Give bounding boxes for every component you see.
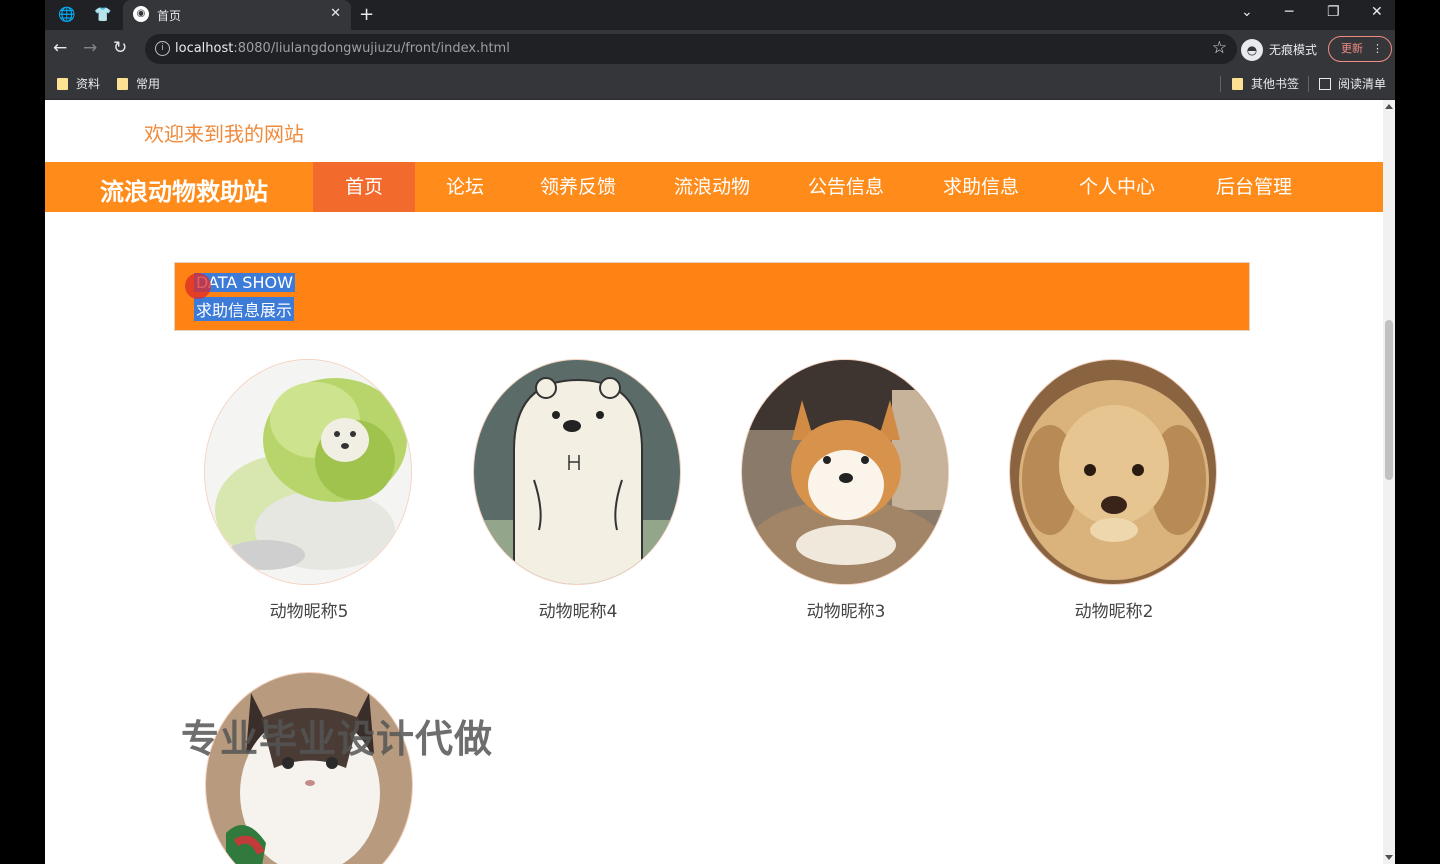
nav-adoption-feedback[interactable]: 领养反馈 xyxy=(528,162,628,212)
new-tab-button[interactable]: + xyxy=(359,4,374,25)
bookmarks-bar: 资料 常用 其他书签 阅读清单 xyxy=(45,68,1395,100)
minimize-icon[interactable]: ─ xyxy=(1285,4,1293,20)
scroll-down-arrow-icon[interactable] xyxy=(1385,855,1393,860)
animal-card[interactable] xyxy=(205,672,415,864)
animal-card[interactable]: 动物昵称2 xyxy=(1009,359,1219,622)
folder-icon xyxy=(1232,78,1243,90)
info-icon[interactable]: i xyxy=(155,41,170,56)
close-icon[interactable]: ✕ xyxy=(330,6,341,21)
animal-photo[interactable] xyxy=(205,672,413,864)
nav-announcements[interactable]: 公告信息 xyxy=(796,162,896,212)
folder-icon xyxy=(57,78,68,90)
forward-icon[interactable]: → xyxy=(83,38,97,58)
section-title-zh: 求助信息展示 xyxy=(194,297,295,321)
animal-photo[interactable] xyxy=(741,359,949,585)
cursor-highlight xyxy=(185,273,211,299)
incognito-icon[interactable]: ◓ xyxy=(1241,39,1263,61)
nav-forum[interactable]: 论坛 xyxy=(425,162,505,212)
animal-name[interactable]: 动物昵称3 xyxy=(741,597,951,622)
reading-list-icon xyxy=(1319,78,1331,90)
reading-list[interactable]: 阅读清单 xyxy=(1319,75,1386,92)
watermark-text: 专业毕业设计代做 xyxy=(181,717,494,761)
address-bar[interactable]: i localhost:8080/liulangdongwujiuzu/fron… xyxy=(145,34,1237,64)
restore-icon[interactable]: ❐ xyxy=(1327,4,1340,20)
browser-toolbar: ← → ↻ i localhost:8080/liulangdongwujiuz… xyxy=(45,30,1395,68)
bookmark-folder-ziliao[interactable]: 资料 xyxy=(57,75,100,92)
nav-home[interactable]: 首页 xyxy=(313,162,415,212)
site-brand[interactable]: 流浪动物救助站 xyxy=(100,172,268,207)
menu-dots-icon[interactable]: ⋮ xyxy=(1372,37,1383,61)
nav-personal-center[interactable]: 个人中心 xyxy=(1067,162,1167,212)
browser-window: 🌐 👕 ◉ 首页 ✕ + ⌄ ─ ❐ ✕ ← → ↻ i localhost:8… xyxy=(45,0,1395,864)
url-text[interactable]: localhost:8080/liulangdongwujiuzu/front/… xyxy=(175,41,510,56)
folder-icon xyxy=(117,78,128,90)
tab-home[interactable]: ◉ 首页 ✕ xyxy=(123,0,351,30)
bookmark-folder-changyong[interactable]: 常用 xyxy=(117,75,160,92)
animal-name[interactable]: 动物昵称5 xyxy=(204,597,414,622)
page-scrollbar[interactable] xyxy=(1383,100,1395,864)
nav-stray-animals[interactable]: 流浪动物 xyxy=(662,162,762,212)
animal-name[interactable]: 动物昵称4 xyxy=(473,597,683,622)
scrollbar-thumb[interactable] xyxy=(1385,320,1393,480)
back-icon[interactable]: ← xyxy=(53,38,67,58)
screen: 🌐 👕 ◉ 首页 ✕ + ⌄ ─ ❐ ✕ ← → ↻ i localhost:8… xyxy=(0,0,1440,864)
bookmark-star-icon[interactable]: ☆ xyxy=(1212,38,1227,58)
animal-card[interactable]: 动物昵称4 xyxy=(473,359,683,622)
nav-admin[interactable]: 后台管理 xyxy=(1203,162,1305,212)
animal-name[interactable]: 动物昵称2 xyxy=(1009,597,1219,622)
globe-icon[interactable]: 🌐 xyxy=(57,5,77,25)
animal-card[interactable]: 动物昵称5 xyxy=(204,359,414,622)
reload-icon[interactable]: ↻ xyxy=(113,38,127,58)
other-bookmarks[interactable]: 其他书签 xyxy=(1232,75,1299,92)
scroll-up-arrow-icon[interactable] xyxy=(1385,104,1393,109)
tab-title: 首页 xyxy=(157,9,182,23)
window-close-icon[interactable]: ✕ xyxy=(1371,4,1383,20)
animal-photo[interactable] xyxy=(204,359,412,585)
bookmarks-divider xyxy=(1220,76,1221,92)
section-banner: DATA SHOW 求助信息展示 xyxy=(174,262,1250,331)
incognito-label[interactable]: 无痕模式 xyxy=(1269,41,1317,58)
welcome-text: 欢迎来到我的网站 xyxy=(144,122,304,146)
animal-card[interactable]: 动物昵称3 xyxy=(741,359,951,622)
update-button[interactable]: 更新 ⋮ xyxy=(1328,36,1392,62)
tab-search-icon[interactable]: ⌄ xyxy=(1241,4,1253,20)
extension-tab-icon[interactable]: 👕 xyxy=(93,5,113,25)
update-label: 更新 xyxy=(1341,42,1363,55)
animal-photo[interactable] xyxy=(1009,359,1217,585)
page-content: 欢迎来到我的网站 流浪动物救助站 首页 论坛 领养反馈 流浪动物 公告信息 求助… xyxy=(45,100,1383,864)
title-bar: 🌐 👕 ◉ 首页 ✕ + ⌄ ─ ❐ ✕ xyxy=(45,0,1395,30)
nav-help-info[interactable]: 求助信息 xyxy=(931,162,1031,212)
main-navbar: 流浪动物救助站 首页 论坛 领养反馈 流浪动物 公告信息 求助信息 个人中心 后… xyxy=(45,162,1383,212)
bookmarks-divider xyxy=(1308,76,1309,92)
animal-photo[interactable] xyxy=(473,359,681,585)
globe-icon: ◉ xyxy=(133,6,149,22)
